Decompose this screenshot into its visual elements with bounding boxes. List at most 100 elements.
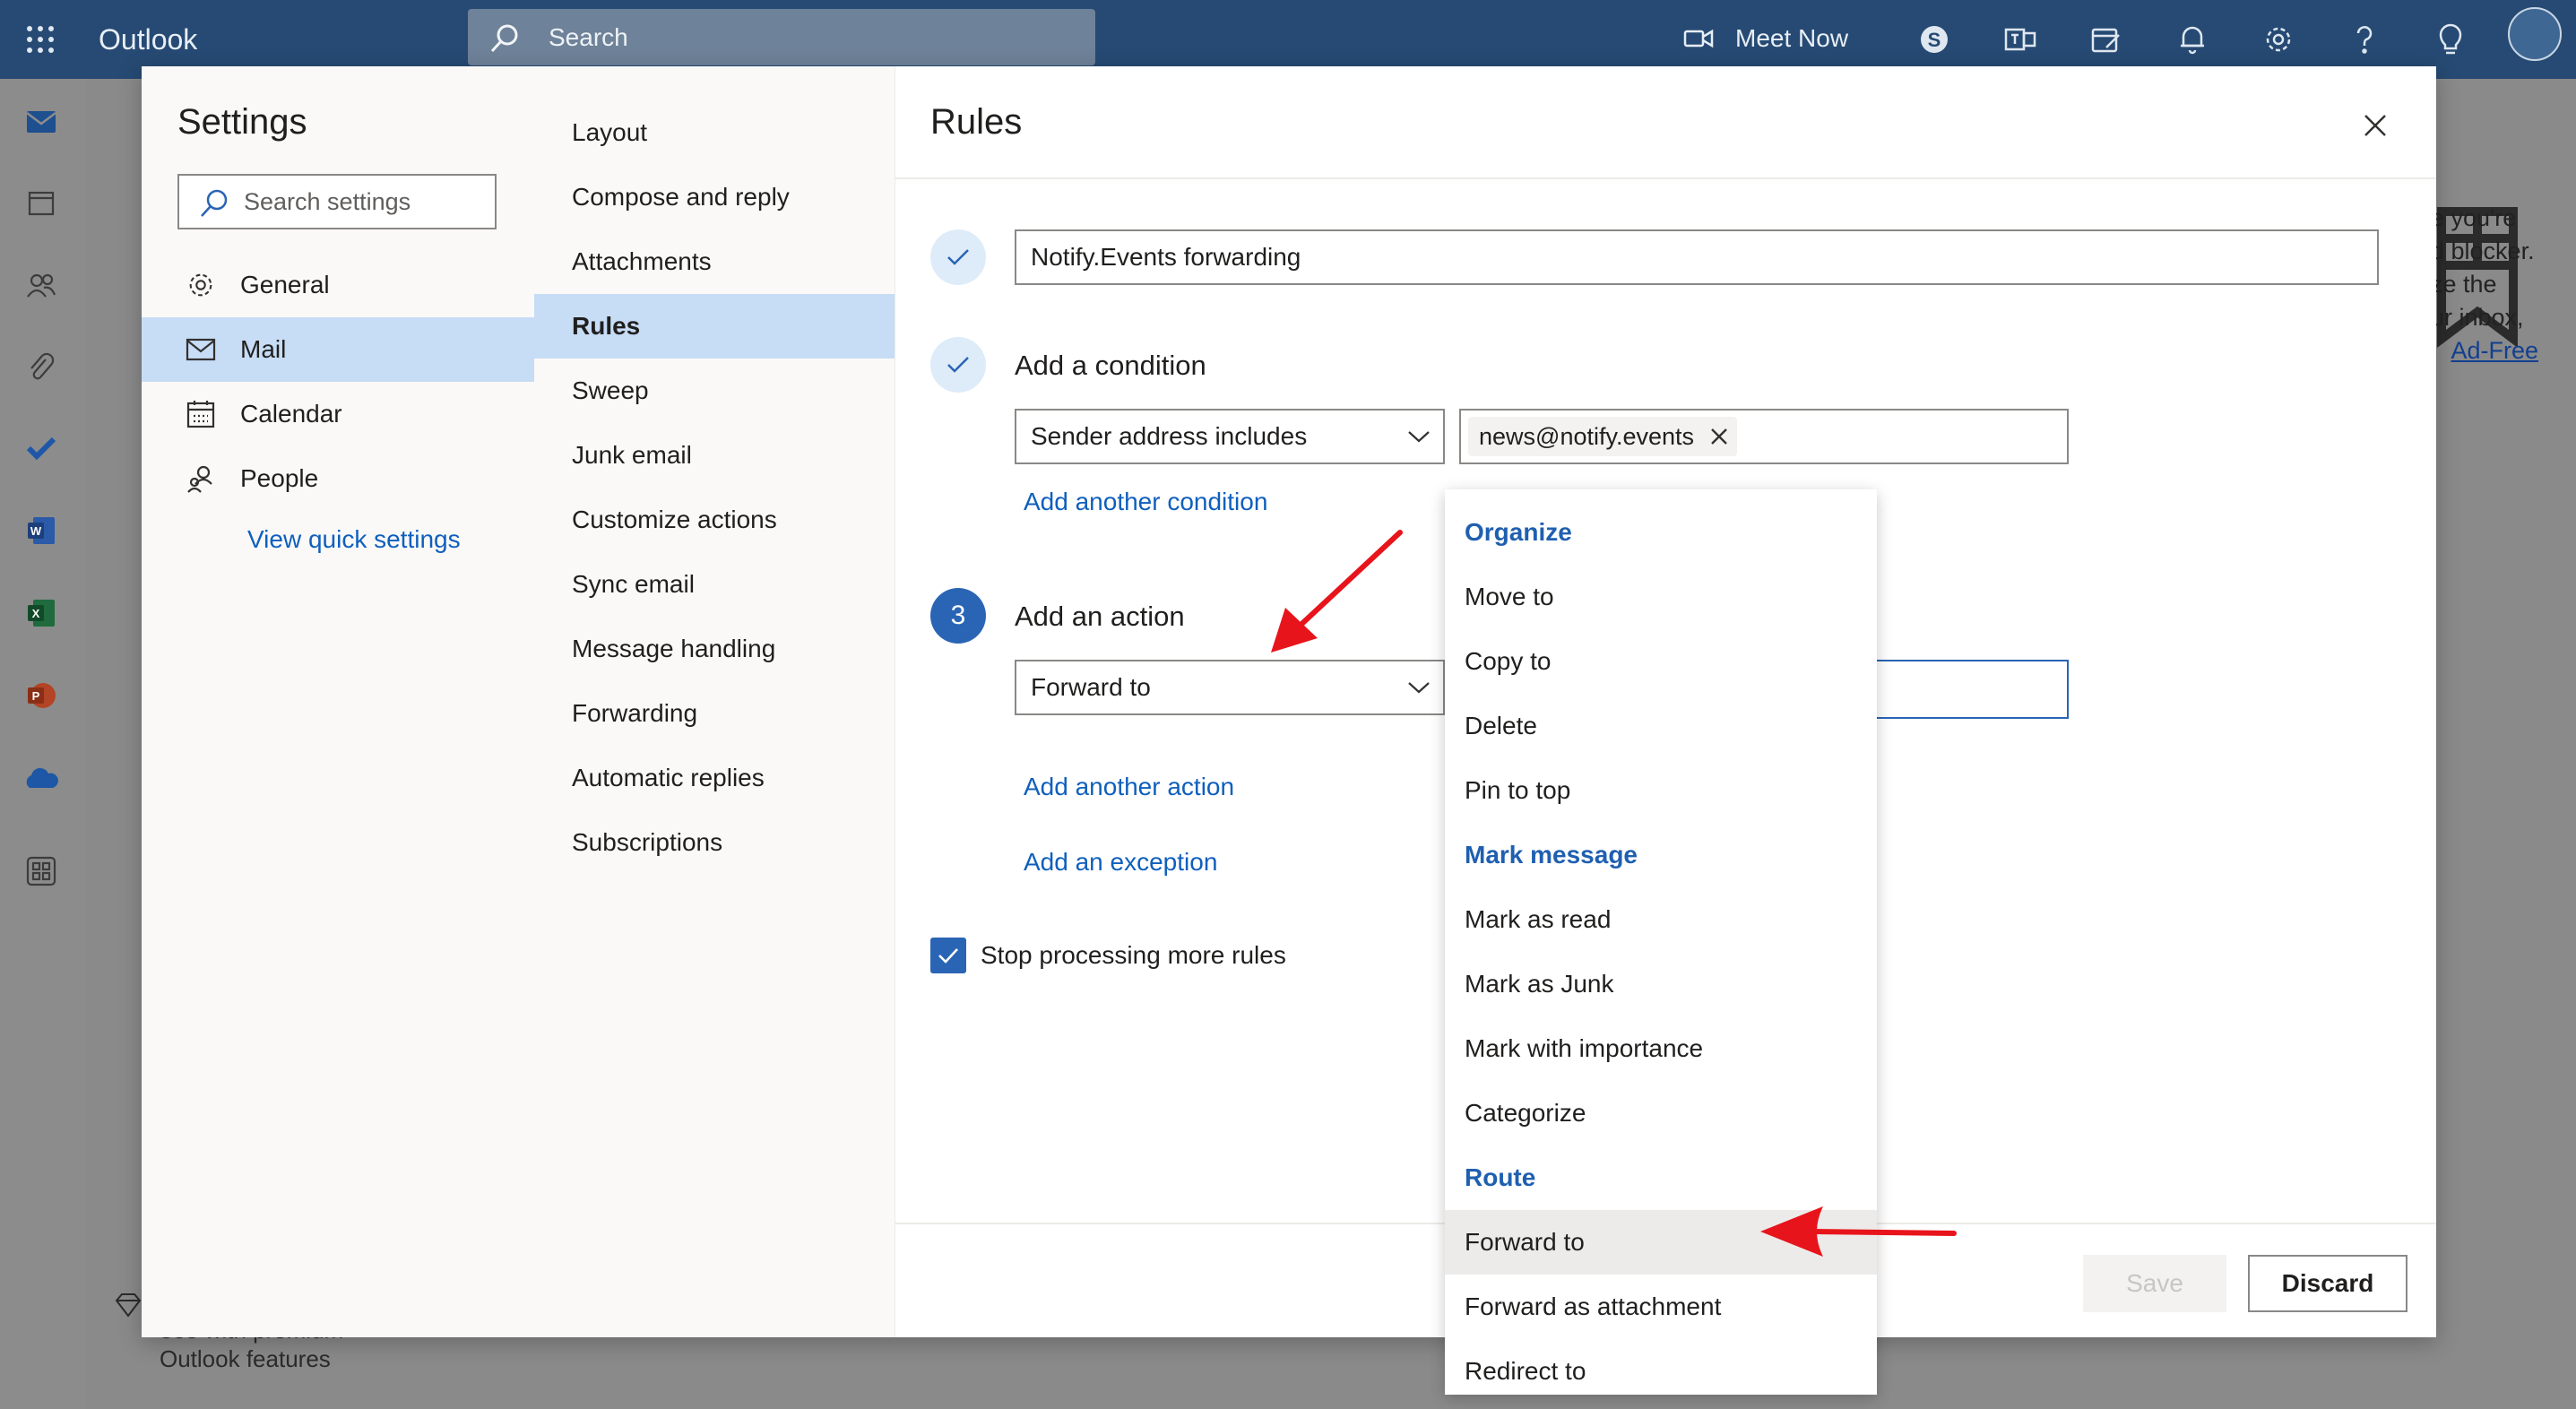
sender-address-chip-label: news@notify.events	[1479, 422, 1695, 450]
menu-header-organize: Organize	[1465, 518, 1572, 546]
remove-chip-icon[interactable]	[1710, 428, 1728, 445]
checkmark-icon	[937, 947, 960, 964]
menu-item-move-to[interactable]: Move to	[1445, 565, 1877, 629]
settings-gear-icon[interactable]	[2257, 18, 2300, 61]
mail-settings-nav: Layout Compose and reply Attachments Rul…	[534, 66, 895, 1337]
chevron-down-icon	[1407, 680, 1431, 695]
close-icon	[2364, 114, 2387, 137]
mail-nav-customize-actions[interactable]: Customize actions	[534, 488, 895, 552]
mail-nav-automatic-replies[interactable]: Automatic replies	[534, 746, 895, 810]
menu-item-forward-as-attachment[interactable]: Forward as attachment	[1445, 1275, 1877, 1339]
checkmark-icon	[946, 355, 971, 375]
meet-now-label: Meet Now	[1735, 24, 1849, 52]
add-condition-label: Add a condition	[1015, 350, 1206, 381]
divider	[895, 177, 2436, 179]
meet-now-button[interactable]: Meet Now	[1683, 16, 1848, 61]
stop-processing-label: Stop processing more rules	[981, 941, 1286, 969]
mail-nav-rules[interactable]: Rules	[534, 294, 895, 359]
gear-icon	[183, 270, 219, 300]
mail-nav-forwarding[interactable]: Forwarding	[534, 681, 895, 746]
checkmark-icon	[946, 247, 971, 267]
condition-type-dropdown[interactable]: Sender address includes	[1015, 409, 1445, 464]
add-action-label: Add an action	[1015, 601, 1185, 632]
settings-category-mail[interactable]: Mail	[142, 317, 534, 382]
todo-rail-icon[interactable]	[16, 423, 66, 473]
excel-rail-icon[interactable]: X	[16, 588, 66, 638]
rules-title: Rules	[930, 102, 1023, 142]
svg-text:S: S	[1928, 29, 1941, 51]
discard-button[interactable]: Discard	[2248, 1255, 2407, 1312]
mail-nav-attachments[interactable]: Attachments	[534, 229, 895, 294]
mail-nav-message-handling[interactable]: Message handling	[534, 617, 895, 681]
search-box[interactable]: Search	[468, 9, 1095, 65]
menu-header-mark-message: Mark message	[1465, 841, 1638, 869]
mail-icon	[183, 338, 219, 361]
action-type-value: Forward to	[1031, 673, 1151, 701]
mail-nav-compose-and-reply[interactable]: Compose and reply	[534, 165, 895, 229]
svg-text:X: X	[32, 607, 40, 620]
menu-item-copy-to[interactable]: Copy to	[1445, 629, 1877, 694]
chevron-down-icon	[1407, 429, 1431, 444]
mail-nav-junk-email[interactable]: Junk email	[534, 423, 895, 488]
condition-value-input[interactable]: news@notify.events	[1459, 409, 2069, 464]
diamond-icon	[115, 1292, 142, 1318]
settings-search-placeholder: Search settings	[244, 188, 411, 215]
account-avatar[interactable]	[2508, 7, 2562, 61]
settings-category-calendar[interactable]: Calendar	[142, 382, 534, 446]
more-apps-rail-icon[interactable]	[16, 846, 66, 896]
step-complete-indicator	[930, 337, 986, 393]
onedrive-rail-icon[interactable]	[16, 753, 66, 803]
mail-nav-sync-email[interactable]: Sync email	[534, 552, 895, 617]
stop-processing-checkbox[interactable]	[930, 938, 966, 973]
svg-text:W: W	[30, 524, 42, 538]
premium-promo-line2: Outlook features	[160, 1345, 331, 1372]
menu-item-mark-as-junk[interactable]: Mark as Junk	[1445, 952, 1877, 1016]
annotation-arrow-icon	[1271, 530, 1403, 653]
mail-nav-layout[interactable]: Layout	[534, 100, 895, 165]
mail-nav-subscriptions[interactable]: Subscriptions	[534, 810, 895, 875]
menu-item-pin-to-top[interactable]: Pin to top	[1445, 758, 1877, 823]
save-button[interactable]: Save	[2083, 1255, 2226, 1312]
menu-item-mark-with-importance[interactable]: Mark with importance	[1445, 1016, 1877, 1081]
settings-category-general[interactable]: General	[142, 253, 534, 317]
help-icon[interactable]	[2343, 18, 2386, 61]
settings-category-nav: Settings Search settings General Mail Ca…	[142, 66, 535, 1337]
add-another-action-link[interactable]: Add another action	[1024, 773, 1234, 801]
skype-icon[interactable]: S	[1913, 18, 1956, 61]
menu-item-redirect-to[interactable]: Redirect to	[1445, 1339, 1877, 1404]
action-type-dropdown[interactable]: Forward to	[1015, 660, 1445, 715]
my-day-icon[interactable]	[2085, 18, 2128, 61]
notifications-bell-icon[interactable]	[2171, 18, 2214, 61]
people-rail-icon[interactable]	[16, 260, 66, 310]
menu-item-delete[interactable]: Delete	[1445, 694, 1877, 758]
attachment-rail-icon[interactable]	[16, 342, 66, 393]
ad-free-link[interactable]: Ad-Free	[2451, 337, 2539, 364]
rule-name-input[interactable]: Notify.Events forwarding	[1015, 229, 2379, 285]
calendar-icon	[183, 400, 219, 428]
ad-free-promo-text: e you're d blocker. ze the ur inbox, Ad-…	[2431, 204, 2539, 364]
word-rail-icon[interactable]: W	[16, 506, 66, 556]
add-another-condition-link[interactable]: Add another condition	[1024, 488, 1267, 516]
app-launcher-icon[interactable]	[18, 20, 63, 59]
condition-type-value: Sender address includes	[1031, 422, 1308, 450]
close-button[interactable]	[2357, 108, 2393, 143]
powerpoint-rail-icon[interactable]: P	[16, 670, 66, 721]
mail-nav-sweep[interactable]: Sweep	[534, 359, 895, 423]
mail-rail-icon[interactable]	[16, 97, 66, 147]
teams-icon[interactable]	[1999, 18, 2042, 61]
annotation-arrow-icon	[1760, 1206, 1957, 1257]
sender-address-chip: news@notify.events	[1468, 417, 1738, 456]
view-quick-settings-link[interactable]: View quick settings	[247, 525, 461, 554]
menu-item-categorize[interactable]: Categorize	[1445, 1081, 1877, 1145]
menu-item-mark-as-read[interactable]: Mark as read	[1445, 887, 1877, 952]
whats-new-lightbulb-icon[interactable]	[2429, 18, 2472, 61]
search-placeholder: Search	[549, 23, 628, 51]
svg-text:P: P	[32, 689, 40, 703]
settings-category-people[interactable]: People	[142, 446, 534, 511]
step-complete-indicator	[930, 229, 986, 285]
add-exception-link[interactable]: Add an exception	[1024, 848, 1217, 877]
app-title[interactable]: Outlook	[99, 20, 197, 59]
calendar-rail-icon[interactable]	[16, 177, 66, 228]
settings-search-input[interactable]: Search settings	[177, 174, 497, 229]
settings-dialog: Settings Search settings General Mail Ca…	[142, 66, 2436, 1337]
